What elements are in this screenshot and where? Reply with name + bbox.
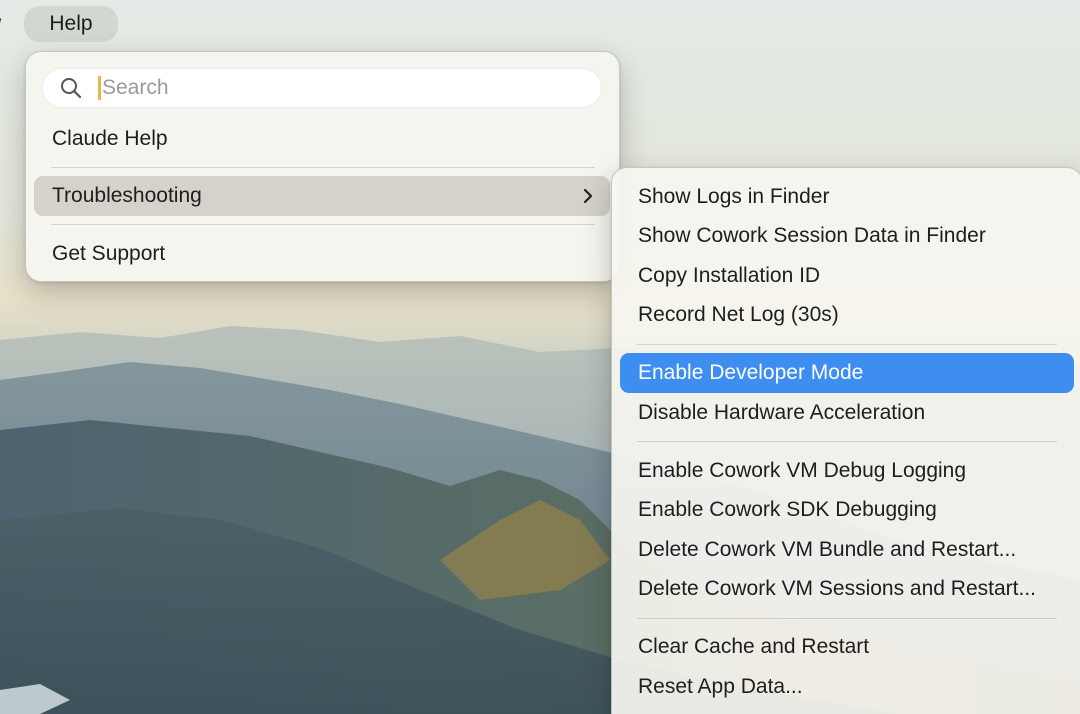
submenu-item-clear-cache-and-restart[interactable]: Clear Cache and Restart xyxy=(620,627,1074,667)
menu-separator xyxy=(637,618,1057,619)
submenu-item-record-net-log[interactable]: Record Net Log (30s) xyxy=(620,295,1074,335)
submenu-item-copy-installation-id[interactable]: Copy Installation ID xyxy=(620,256,1074,296)
search-input[interactable] xyxy=(102,68,582,108)
menu-separator xyxy=(637,441,1057,442)
troubleshooting-submenu: Show Logs in Finder Show Cowork Session … xyxy=(611,167,1080,714)
menu-separator xyxy=(51,224,595,225)
submenu-item-show-cowork-session-data[interactable]: Show Cowork Session Data in Finder xyxy=(620,216,1074,256)
submenu-item-enable-developer-mode[interactable]: Enable Developer Mode xyxy=(620,353,1074,393)
help-menu: Claude Help Troubleshooting Get Support xyxy=(25,51,620,282)
text-caret xyxy=(98,76,101,100)
menu-item-get-support[interactable]: Get Support xyxy=(34,234,610,274)
submenu-item-delete-cowork-vm-sessions[interactable]: Delete Cowork VM Sessions and Restart... xyxy=(620,569,1074,609)
submenu-item-enable-cowork-vm-debug-logging[interactable]: Enable Cowork VM Debug Logging xyxy=(620,451,1074,491)
submenu-item-delete-cowork-vm-bundle[interactable]: Delete Cowork VM Bundle and Restart... xyxy=(620,530,1074,570)
submenu-item-disable-hardware-acceleration[interactable]: Disable Hardware Acceleration xyxy=(620,393,1074,433)
menubar-help-item[interactable]: Help xyxy=(24,6,118,42)
chevron-right-icon xyxy=(583,188,593,204)
menubar-view-item[interactable]: w xyxy=(0,6,1,42)
menu-item-troubleshooting[interactable]: Troubleshooting xyxy=(34,176,610,216)
submenu-item-reset-app-data[interactable]: Reset App Data... xyxy=(620,667,1074,707)
menu-separator xyxy=(637,344,1057,345)
search-icon xyxy=(61,78,82,99)
submenu-item-show-logs-in-finder[interactable]: Show Logs in Finder xyxy=(620,177,1074,217)
menu-item-troubleshooting-label: Troubleshooting xyxy=(52,184,202,207)
submenu-item-enable-cowork-sdk-debugging[interactable]: Enable Cowork SDK Debugging xyxy=(620,490,1074,530)
menu-item-claude-help[interactable]: Claude Help xyxy=(34,119,610,159)
menu-separator xyxy=(51,167,595,168)
search-box[interactable] xyxy=(42,68,602,108)
desktop: w Help Claude Help Troubleshooting Get S… xyxy=(0,0,1080,714)
